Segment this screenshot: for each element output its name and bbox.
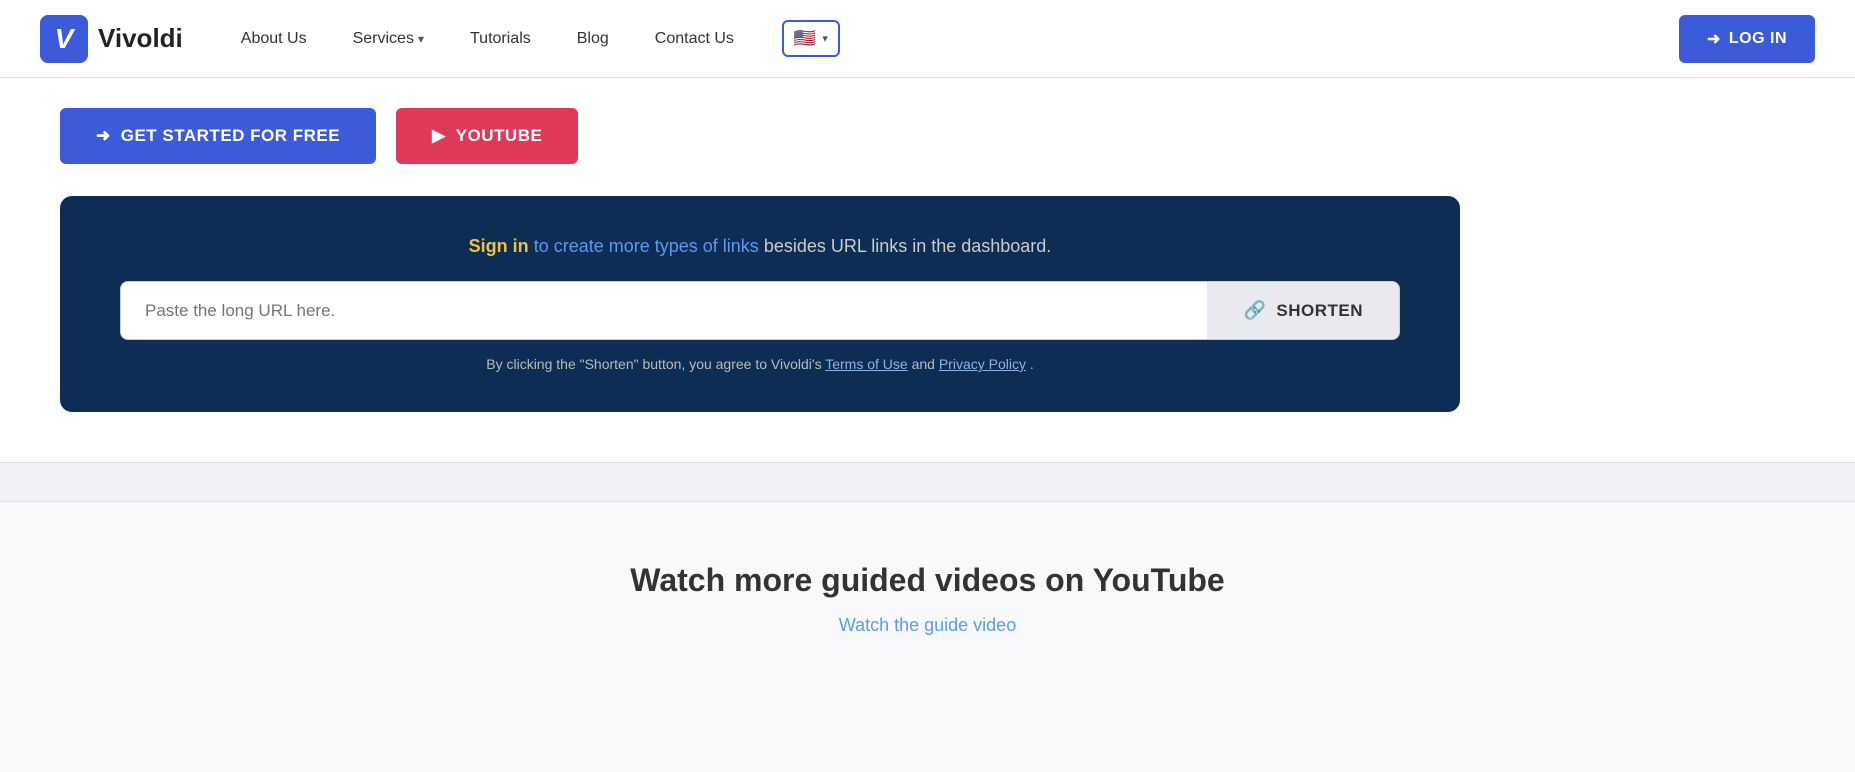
get-started-arrow-icon: ➜ (96, 126, 111, 146)
nav-links: About Us Services ▾ Tutorials Blog Conta… (223, 20, 1679, 57)
shortener-box: Sign in to create more types of links be… (60, 196, 1460, 412)
language-selector[interactable]: 🇺🇸 ▾ (782, 20, 840, 57)
navbar: V Vivoldi About Us Services ▾ Tutorials … (0, 0, 1855, 78)
section-divider (0, 462, 1855, 502)
main-content: ➜ GET STARTED FOR FREE ▶ YOUTUBE Sign in… (0, 78, 1855, 462)
cta-buttons-row: ➜ GET STARTED FOR FREE ▶ YOUTUBE (60, 108, 1795, 164)
nav-blog[interactable]: Blog (559, 22, 627, 56)
privacy-policy-link[interactable]: Privacy Policy (939, 356, 1026, 372)
flag-icon: 🇺🇸 (794, 28, 816, 49)
shorten-button[interactable]: 🔗 SHORTEN (1207, 281, 1400, 340)
nav-about[interactable]: About Us (223, 22, 325, 56)
services-chevron-icon: ▾ (418, 32, 424, 46)
headline-suffix: besides URL links in the dashboard. (764, 236, 1052, 256)
url-input[interactable] (120, 281, 1207, 340)
youtube-section: Watch more guided videos on YouTube Watc… (0, 502, 1855, 676)
lang-chevron-icon: ▾ (822, 32, 828, 45)
login-button[interactable]: ➜ LOG IN (1679, 15, 1815, 63)
nav-tutorials[interactable]: Tutorials (452, 22, 549, 56)
shortener-headline: Sign in to create more types of links be… (120, 236, 1400, 257)
brand-logo-link[interactable]: V Vivoldi (40, 15, 183, 63)
login-arrow-icon: ➜ (1707, 29, 1721, 49)
nav-services[interactable]: Services ▾ (335, 22, 442, 56)
sign-in-text: Sign in (469, 236, 529, 256)
get-started-button[interactable]: ➜ GET STARTED FOR FREE (60, 108, 376, 164)
brand-name: Vivoldi (98, 23, 183, 54)
shortener-input-row: 🔗 SHORTEN (120, 281, 1400, 340)
nav-contact[interactable]: Contact Us (637, 22, 752, 56)
create-types-link: to create more types of links (534, 236, 759, 256)
youtube-section-title: Watch more guided videos on YouTube (40, 562, 1815, 599)
terms-of-use-link[interactable]: Terms of Use (825, 356, 907, 372)
chain-link-icon: 🔗 (1243, 300, 1266, 321)
youtube-button[interactable]: ▶ YOUTUBE (396, 108, 578, 164)
terms-text: By clicking the "Shorten" button, you ag… (120, 356, 1400, 372)
watch-guide-link[interactable]: Watch the guide video (839, 615, 1016, 635)
youtube-play-icon: ▶ (432, 126, 446, 146)
brand-logo: V (40, 15, 88, 63)
